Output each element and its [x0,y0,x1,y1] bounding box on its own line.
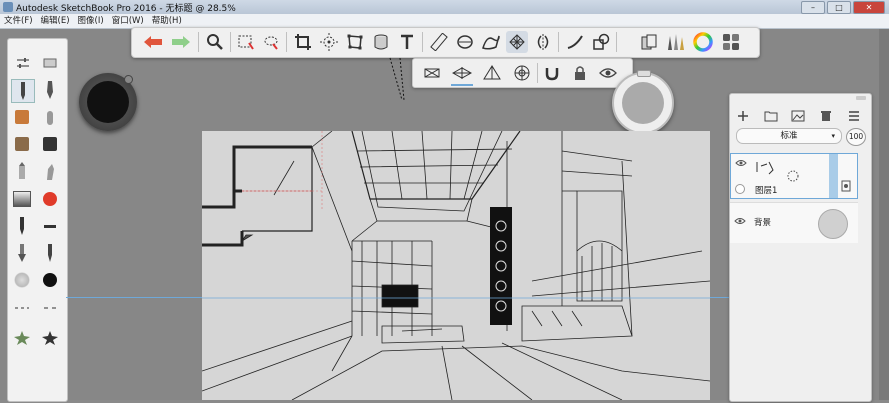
brush-size-puck[interactable] [79,73,137,131]
chalk-brush-icon[interactable] [11,133,33,155]
dash-brush-icon[interactable] [11,297,33,319]
dot-brush-icon[interactable] [39,297,61,319]
window-controls: – □ ✕ [801,1,885,14]
blend-mode-label: 标准 [780,131,798,141]
perspective-sketch [0,130,711,401]
eraser-icon[interactable] [11,188,33,210]
opacity-value[interactable]: 100 [846,128,866,146]
menu-help[interactable]: 帮助(H) [148,14,186,28]
app-icon [3,2,13,12]
one-point-perspective-icon[interactable] [421,62,443,84]
stroke-icon[interactable] [564,31,586,53]
layer-name: 图层1 [755,186,778,196]
paintbrush-icon[interactable] [11,242,33,264]
color-puck[interactable] [612,70,674,134]
copy-paste-icon[interactable] [638,31,660,53]
chevron-down-icon: ▾ [831,132,835,140]
swatches-icon[interactable] [720,31,742,53]
french-curve-icon[interactable] [480,31,502,53]
visibility-icon[interactable] [597,62,619,84]
menu-file[interactable]: 文件(F) [0,14,37,28]
layer-radio[interactable] [735,184,745,194]
smudge-brush-icon[interactable] [39,160,61,182]
select-icon[interactable] [235,31,257,53]
red-brush-dot[interactable] [39,188,61,210]
brush-list-icon[interactable] [39,52,61,74]
main-toolbar [131,27,760,58]
marker-icon[interactable] [11,160,33,182]
drawing-canvas[interactable] [0,130,711,401]
background-color-swatch[interactable] [818,209,848,239]
color-wheel-icon[interactable] [692,31,714,53]
soft-brush-icon[interactable] [11,269,33,291]
layer-options-icon[interactable] [841,180,851,195]
close-button[interactable]: ✕ [853,1,885,14]
transform-icon[interactable] [318,31,340,53]
pencil-brush-icon[interactable] [11,79,35,103]
title-bar: Autodesk SketchBook Pro 2016 - 无标题 @ 28.… [0,0,889,15]
distort-icon[interactable] [344,31,366,53]
vertical-scrollbar[interactable] [879,29,889,400]
layers-panel: 标准 ▾ 100 图层1 背景 [729,93,872,402]
menu-image[interactable]: 图像(I) [74,14,108,28]
three-point-perspective-icon[interactable] [481,62,503,84]
redo-icon[interactable] [170,31,192,53]
shape-icon[interactable] [590,31,612,53]
panel-grip[interactable] [856,96,866,100]
foliage-brush-icon[interactable] [11,327,33,349]
menu-window[interactable]: 窗口(W) [108,14,148,28]
blend-mode-dropdown[interactable]: 标准 ▾ [736,128,842,144]
lock-icon[interactable] [569,62,591,84]
minimize-button[interactable]: – [801,1,825,14]
maximize-button[interactable]: □ [827,1,851,14]
magnet-icon[interactable] [541,62,563,84]
ellipse-guide-icon[interactable] [454,31,476,53]
symmetry-icon[interactable] [532,31,554,53]
undo-icon[interactable] [142,31,164,53]
ink-pen-icon[interactable] [39,79,61,101]
line-width-icon[interactable] [39,215,61,237]
splatter-brush-icon[interactable] [39,327,61,349]
layer-row-background[interactable]: 背景 [730,202,858,243]
brush-settings-icon[interactable] [12,52,34,74]
text-icon[interactable] [396,31,418,53]
black-brush-dot[interactable] [39,269,61,291]
layer-row-1[interactable]: 图层1 [730,153,858,199]
airbrush-icon[interactable] [39,106,61,128]
add-layer-icon[interactable] [737,110,749,125]
crop-icon[interactable] [292,31,314,53]
ruler-icon[interactable] [428,31,450,53]
background-layer-name: 背景 [754,218,772,228]
window-title: Autodesk SketchBook Pro 2016 - 无标题 @ 28.… [16,4,236,14]
dark-texture-icon[interactable] [39,133,61,155]
layer-menu-icon[interactable] [848,110,860,125]
technical-pen-icon[interactable] [11,215,33,237]
texture-brush-icon[interactable] [11,106,33,128]
horizon-guide-left [66,297,202,298]
fisheye-icon[interactable] [511,62,533,84]
opacity-slider[interactable] [829,154,838,198]
horizon-guide-right [710,297,729,298]
cylinder-icon[interactable] [370,31,392,53]
brush-library-icon[interactable] [664,31,686,53]
visibility-icon[interactable] [734,217,746,228]
layer-thumbnail [753,158,805,182]
add-image-icon[interactable] [791,110,805,125]
layer-group-icon[interactable] [764,110,778,125]
lasso-icon[interactable] [260,31,282,53]
visibility-icon[interactable] [735,159,747,170]
guide-lines [389,57,405,101]
two-point-perspective-icon[interactable] [451,62,473,86]
fine-pen-icon[interactable] [39,242,61,264]
menu-edit[interactable]: 编辑(E) [37,14,74,28]
zoom-icon[interactable] [204,31,226,53]
delete-layer-icon[interactable] [820,110,832,125]
perspective-guide-icon[interactable] [506,31,528,53]
brush-palette [7,38,68,402]
perspective-toolbar [412,58,633,88]
